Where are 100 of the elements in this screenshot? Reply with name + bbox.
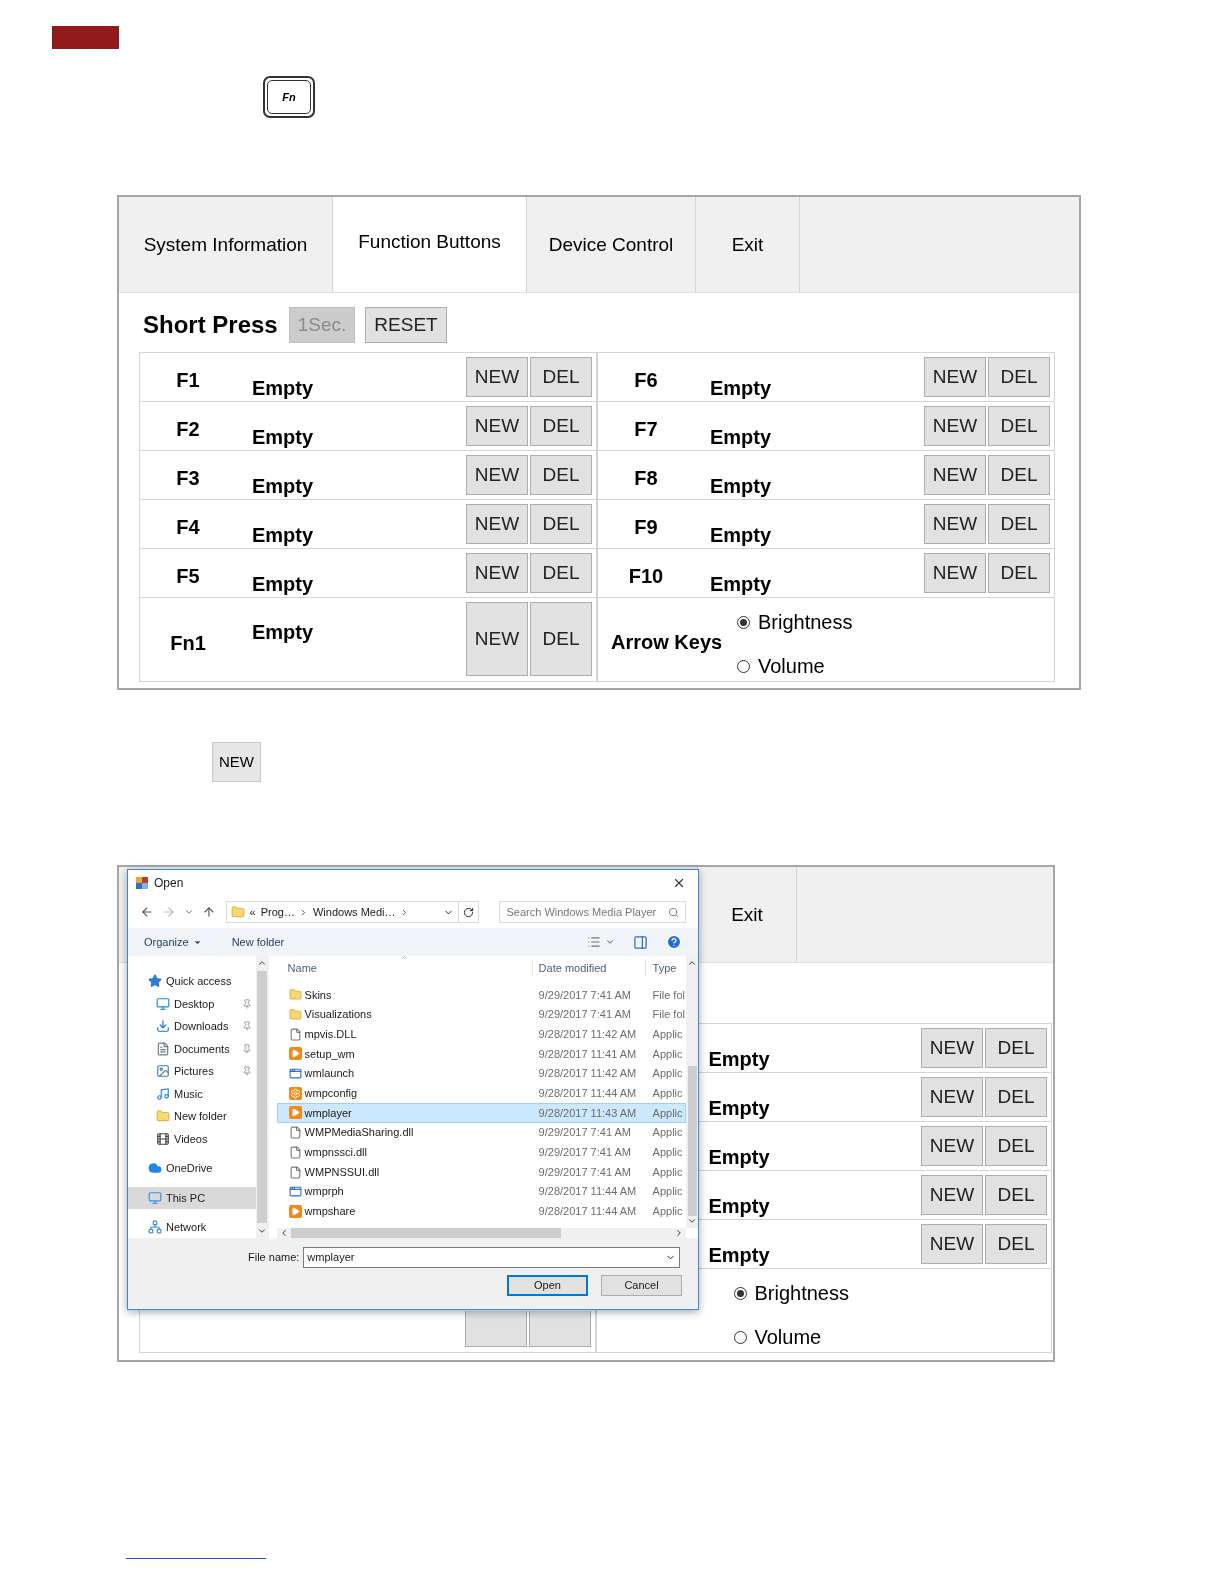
del-button[interactable]: DEL (988, 357, 1050, 397)
nav-item[interactable]: OneDrive (128, 1157, 256, 1180)
key-label: F5 (176, 565, 200, 587)
search-field[interactable]: Search Windows Media Player (499, 901, 687, 923)
scroll-down-icon[interactable] (257, 1226, 268, 1236)
new-button[interactable]: NEW (924, 406, 986, 446)
help-icon[interactable] (666, 934, 682, 950)
del-button[interactable]: DEL (988, 455, 1050, 495)
scroll-down-icon[interactable] (687, 1216, 697, 1226)
nav-item[interactable]: Music (128, 1082, 256, 1105)
new-button[interactable]: NEW (921, 1077, 983, 1117)
del-button[interactable]: DEL (530, 553, 592, 593)
new-button[interactable]: NEW (921, 1028, 983, 1068)
path-label[interactable]: Windows Medi… (312, 903, 396, 921)
radio-button[interactable] (737, 659, 750, 673)
nav-item[interactable]: Videos (128, 1127, 256, 1150)
file-name-field[interactable]: wmplayer (303, 1247, 681, 1268)
back-icon[interactable] (140, 905, 154, 919)
del-button[interactable]: DEL (530, 357, 592, 397)
tab[interactable]: Function Buttons (333, 197, 527, 292)
del-button[interactable]: DEL (530, 602, 592, 676)
folder-icon (288, 988, 302, 1002)
dropdown-icon[interactable] (605, 937, 615, 947)
tab[interactable]: Exit (697, 867, 797, 962)
new-button[interactable]: NEW (924, 357, 986, 397)
new-button[interactable]: NEW (924, 504, 986, 544)
file-row[interactable]: wmpnssci.dll 9/29/2017 7:41 AM Applic (276, 1142, 686, 1163)
new-button[interactable]: NEW (924, 455, 986, 495)
nav-item[interactable]: Desktop (128, 992, 256, 1015)
play-icon (288, 1047, 302, 1061)
file-row[interactable]: Skins 9/29/2017 7:41 AM File fol (276, 985, 686, 1005)
new-button[interactable]: NEW (924, 553, 986, 593)
new-button[interactable]: NEW (921, 1175, 983, 1215)
nav-item[interactable]: This PC (128, 1186, 256, 1209)
button-edge (464, 1311, 527, 1347)
nav-item[interactable]: Pictures (128, 1060, 256, 1083)
file-row[interactable]: WMPNSSUI.dll 9/29/2017 7:41 AM Applic (276, 1162, 686, 1182)
del-button[interactable]: DEL (988, 406, 1050, 446)
dialog-button[interactable]: Cancel (601, 1275, 682, 1296)
radio-button[interactable] (737, 615, 750, 629)
scrollbar[interactable] (276, 1228, 686, 1238)
scroll-up-icon[interactable] (257, 958, 268, 968)
file-row[interactable]: wmpconfig 9/28/2017 11:44 AM Applic (276, 1083, 686, 1104)
new-button[interactable]: NEW (466, 406, 528, 446)
nav-item[interactable]: Quick access (128, 970, 256, 993)
file-row[interactable]: wmprph 9/28/2017 11:44 AM Applic (276, 1181, 686, 1202)
scrollbar[interactable] (255, 956, 269, 1238)
file-icon (288, 1027, 302, 1041)
path-label[interactable]: Prog… (260, 903, 295, 921)
column-header[interactable]: Name (287, 959, 532, 977)
new-button[interactable]: NEW (466, 357, 528, 397)
dialog-button[interactable]: Open (507, 1275, 588, 1296)
file-row[interactable]: wmpshare 9/28/2017 11:44 AM Applic (276, 1201, 686, 1222)
refresh-icon[interactable] (463, 906, 475, 918)
del-button[interactable]: DEL (530, 406, 592, 446)
view-icon[interactable] (587, 935, 601, 949)
radio-button[interactable] (733, 1330, 747, 1344)
del-button[interactable]: DEL (988, 553, 1050, 593)
nav-item[interactable]: Network (128, 1216, 256, 1239)
file-row[interactable]: Visualizations 9/29/2017 7:41 AM File fol (276, 1004, 686, 1025)
scrollbar[interactable] (686, 956, 698, 1228)
file-row[interactable]: mpvis.DLL 9/28/2017 11:42 AM Applic (276, 1024, 686, 1045)
address-bar[interactable]: « Prog… Windows Medi… (225, 901, 480, 923)
nav-item[interactable]: New folder (128, 1105, 256, 1128)
del-button[interactable]: DEL (985, 1175, 1047, 1215)
scroll-up-icon[interactable] (687, 958, 697, 968)
column-header[interactable]: Date modified (531, 959, 645, 977)
file-row[interactable]: setup_wm 9/28/2017 11:41 AM Applic (276, 1044, 686, 1064)
toolbar-button[interactable]: New folder (231, 933, 285, 951)
film-icon (156, 1131, 170, 1146)
mode-button[interactable]: RESET (365, 307, 447, 343)
new-button[interactable]: NEW (466, 455, 528, 495)
scroll-right-icon[interactable] (674, 1228, 684, 1238)
file-row[interactable]: wmplayer 9/28/2017 11:43 AM Applic (276, 1103, 686, 1123)
file-row[interactable]: WMPMediaSharing.dll 9/29/2017 7:41 AM Applic (276, 1122, 686, 1143)
del-button[interactable]: DEL (530, 504, 592, 544)
del-button[interactable]: DEL (530, 455, 592, 495)
radio-button[interactable] (733, 1286, 747, 1300)
del-button[interactable]: DEL (985, 1224, 1047, 1264)
file-row[interactable]: wmlaunch 9/28/2017 11:42 AM Applic (276, 1063, 686, 1084)
up-icon[interactable] (201, 905, 216, 919)
nav-item[interactable]: Documents (128, 1037, 256, 1060)
column-header[interactable]: Type (644, 959, 677, 977)
del-button[interactable]: DEL (985, 1028, 1047, 1068)
nav-item[interactable]: Downloads (128, 1015, 256, 1038)
new-button[interactable]: NEW (466, 553, 528, 593)
recent-icon[interactable] (183, 907, 194, 917)
new-button[interactable]: NEW (921, 1224, 983, 1264)
new-button[interactable]: NEW (466, 504, 528, 544)
del-button[interactable]: DEL (985, 1077, 1047, 1117)
close-icon[interactable] (672, 876, 686, 890)
preview-pane-icon[interactable] (633, 934, 648, 950)
new-button[interactable]: NEW (466, 602, 528, 676)
del-button[interactable]: DEL (988, 504, 1050, 544)
del-button[interactable]: DEL (985, 1126, 1047, 1166)
organize-menu[interactable]: Organize (144, 933, 202, 951)
key-value: Empty (252, 376, 314, 401)
key-label: F7 (634, 418, 658, 440)
new-button[interactable]: NEW (212, 742, 261, 782)
new-button[interactable]: NEW (921, 1126, 983, 1166)
